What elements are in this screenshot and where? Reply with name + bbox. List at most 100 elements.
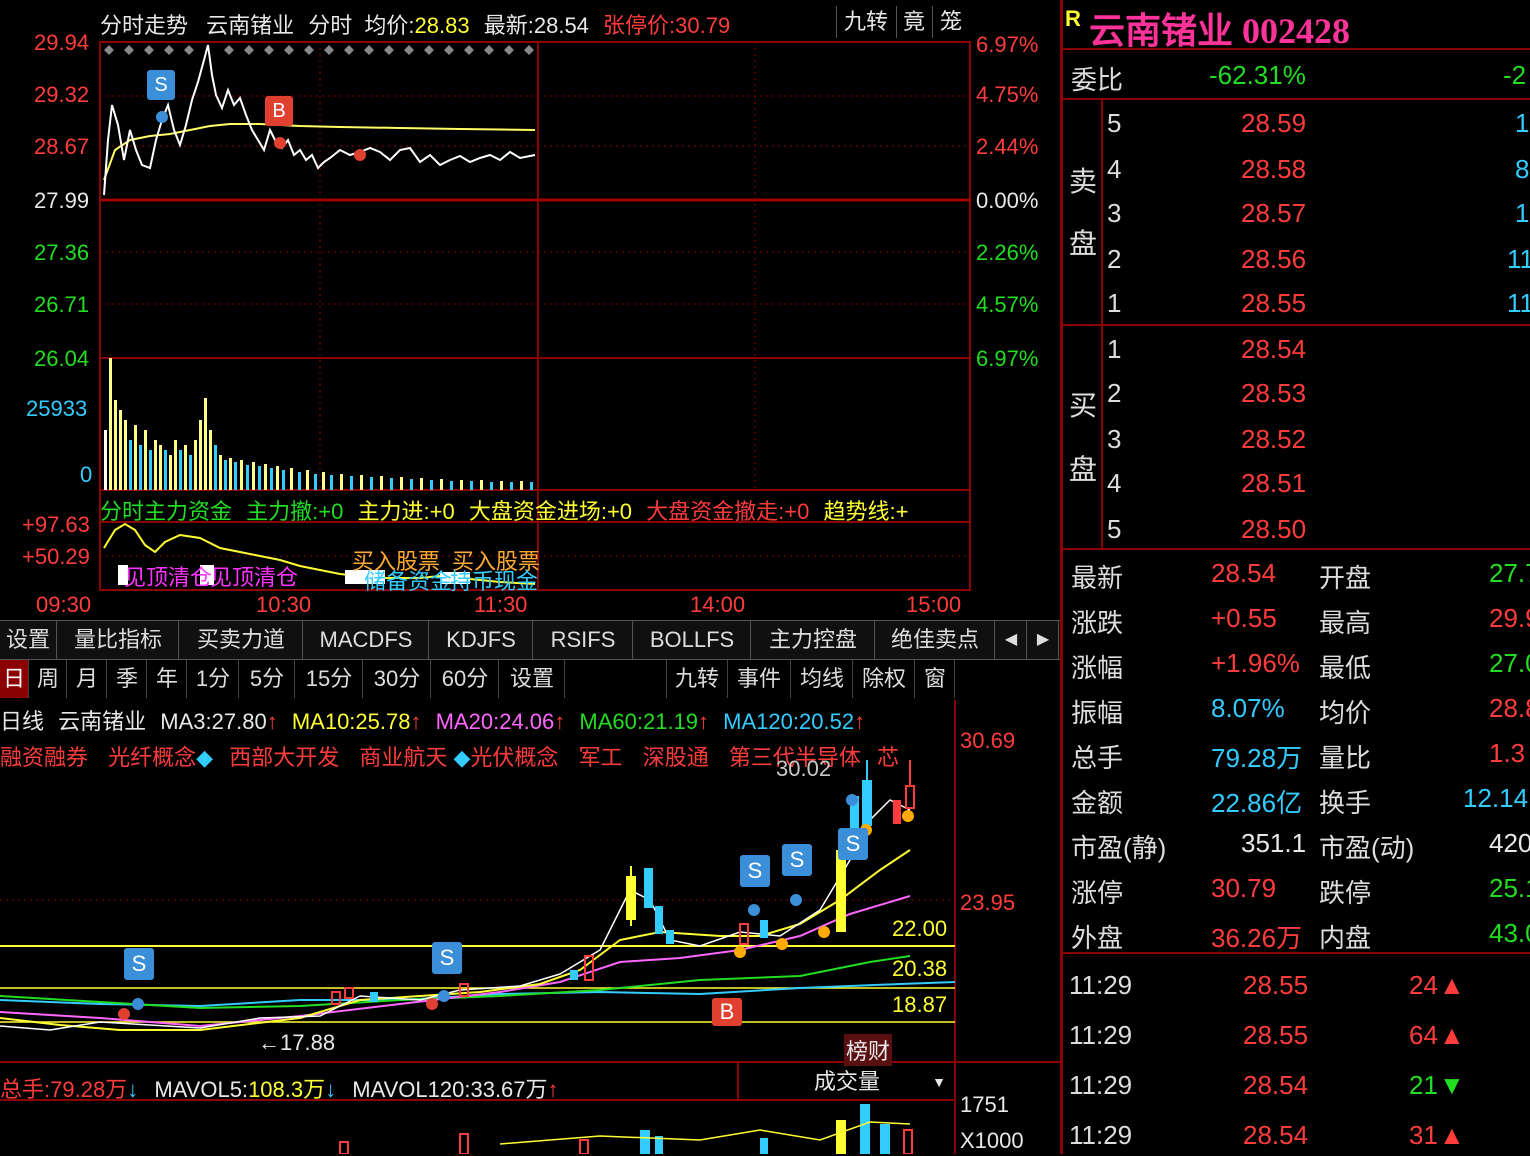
webi-value: -62.31% <box>1209 60 1306 90</box>
kline-price-tick: 23.95 <box>960 890 1016 915</box>
buy-level-row: 4 28.51 <box>1063 460 1530 504</box>
buy-level: 3 <box>1107 424 1122 454</box>
tab-bollfs[interactable]: BOLLFS <box>634 621 751 659</box>
tab-best-sell[interactable]: 绝佳卖点 <box>876 621 995 659</box>
kline-ma-button[interactable]: 均线 <box>792 660 853 698</box>
webi-diff: -2 <box>1503 60 1527 90</box>
buy-signal-badge: B <box>712 998 742 1026</box>
period-30min[interactable]: 30分 <box>364 660 431 698</box>
buy-level-row: 1 28.54 <box>1063 326 1530 370</box>
tab-settings[interactable]: 设置 <box>0 621 57 659</box>
sell-price: 28.56 <box>1241 244 1307 274</box>
stat-label: 外盘 <box>1071 923 1124 953</box>
sell-level: 1 <box>1107 288 1122 318</box>
stat-value-right: 25.1 <box>1489 873 1530 903</box>
period-day[interactable]: 日 <box>0 660 29 698</box>
tick-row: 11:29 28.55 64 ▲ <box>1063 1012 1530 1056</box>
buy-price: 28.50 <box>1241 514 1307 544</box>
kline-event-button[interactable]: 事件 <box>728 660 791 698</box>
period-week[interactable]: 周 <box>30 660 67 698</box>
stat-row: 金额 22.86亿 换手 12.14 <box>1063 775 1530 819</box>
kline-window-button[interactable]: 窗 <box>916 660 955 698</box>
bangcai-tag[interactable]: 榜财 <box>844 1034 893 1066</box>
stat-label-right: 最低 <box>1319 653 1372 683</box>
vol-total-arrow: ↓ <box>127 1077 139 1102</box>
period-bar: 日 周 月 季 年 1分 5分 15分 30分 60分 设置 九转 事件 均线 … <box>0 660 1060 700</box>
sell-price: 28.57 <box>1241 198 1307 228</box>
kline-price-tick: 18.87 <box>892 992 948 1017</box>
stat-row: 振幅 8.07% 均价 28.8 <box>1063 685 1530 729</box>
sell-level: 4 <box>1107 154 1122 184</box>
sell-dot <box>156 111 168 123</box>
period-60min[interactable]: 60分 <box>432 660 499 698</box>
webi-label: 委比 <box>1071 65 1124 95</box>
time-tick: 15:00 <box>906 592 962 617</box>
kline-low-label: ←17.88 <box>258 1030 336 1055</box>
stat-value: 79.28万 <box>1211 743 1303 773</box>
tab-main-control[interactable]: 主力控盘 <box>752 621 875 659</box>
stat-value: +1.96% <box>1211 648 1300 678</box>
fund-tick: +97.63 <box>22 512 90 537</box>
period-1min[interactable]: 1分 <box>188 660 239 698</box>
stat-label-right: 最高 <box>1319 608 1372 638</box>
tab-volume-ratio[interactable]: 量比指标 <box>58 621 179 659</box>
sell-level: 3 <box>1107 198 1122 228</box>
stat-value: 22.86亿 <box>1211 788 1303 818</box>
kline-price-tick: 20.38 <box>892 956 948 981</box>
sell-signal-badge: S <box>147 70 175 100</box>
time-tick: 14:00 <box>690 592 746 617</box>
candles <box>331 760 915 1005</box>
quote-panel: R 云南锗业 002428 委比 -62.31% -2 卖 盘 5 28.59 … <box>1060 0 1530 1154</box>
volume-dropdown[interactable]: 成交量 ▼ <box>740 1064 954 1100</box>
period-15min[interactable]: 15分 <box>296 660 363 698</box>
kline-jiuzhuan-button[interactable]: 九转 <box>666 660 728 698</box>
stat-label-right: 开盘 <box>1319 563 1372 593</box>
tab-buy-sell-force[interactable]: 买卖力道 <box>180 621 303 659</box>
time-tick: 11:30 <box>474 592 528 617</box>
stat-row: 涨停 30.79 跌停 25.1 <box>1063 865 1530 909</box>
stat-label-right: 均价 <box>1319 698 1372 728</box>
mavol120-arrow: ↑ <box>547 1077 559 1102</box>
sell-vol: 11 <box>1507 244 1530 274</box>
stat-value-right: 1.3 <box>1489 738 1526 768</box>
period-year[interactable]: 年 <box>148 660 187 698</box>
stat-label: 最新 <box>1071 563 1124 593</box>
mavol5-arrow: ↓ <box>325 1077 337 1102</box>
stat-label: 总手 <box>1071 743 1124 773</box>
stat-value-right: 28.8 <box>1489 693 1530 723</box>
kline-exright-button[interactable]: 除权 <box>854 660 915 698</box>
stat-value: +0.55 <box>1211 603 1277 633</box>
stat-label: 金额 <box>1071 788 1124 818</box>
intraday-panel: 分时走势 云南锗业 分时 均价:28.83 最新:28.54 张停价:30.79… <box>0 0 1060 620</box>
tick-price: 28.54 <box>1243 1070 1309 1100</box>
buy-signal-badge: B <box>265 96 293 126</box>
stat-label: 振幅 <box>1071 698 1124 728</box>
period-settings[interactable]: 设置 <box>500 660 565 698</box>
kline-vol-tick: X1000 <box>960 1128 1024 1153</box>
tab-macdfs[interactable]: MACDFS <box>304 621 429 659</box>
stat-value: 8.07% <box>1211 693 1285 723</box>
kline-volume-header: 总手:79.28万↓ MAVOL5:108.3万↓ MAVOL120:33.67… <box>0 1072 559 1104</box>
arrow-down-icon: ▼ <box>1439 1070 1465 1100</box>
fund-label: 见顶清仓 <box>210 565 299 590</box>
stat-value-right: 27.0 <box>1489 648 1530 678</box>
stat-row: 涨幅 +1.96% 最低 27.0 <box>1063 640 1530 684</box>
period-month[interactable]: 月 <box>68 660 107 698</box>
stat-value-right: 27.7 <box>1489 558 1530 588</box>
scroll-right-icon[interactable]: ▶ <box>1028 621 1059 659</box>
tab-rsifs[interactable]: RSIFS <box>534 621 633 659</box>
tick-row: 11:29 28.54 31 ▲ <box>1063 1112 1530 1156</box>
buy-level-row: 2 28.53 <box>1063 370 1530 414</box>
tick-price: 28.54 <box>1243 1120 1309 1150</box>
buy-price: 28.52 <box>1241 424 1307 454</box>
sell-signal-badge: S <box>432 942 462 974</box>
buy-price: 28.54 <box>1241 334 1307 364</box>
tick-time: 11:29 <box>1069 970 1133 1000</box>
period-5min[interactable]: 5分 <box>240 660 295 698</box>
chevron-down-icon: ▼ <box>932 1074 946 1090</box>
scroll-left-icon[interactable]: ◀ <box>996 621 1027 659</box>
period-season[interactable]: 季 <box>108 660 147 698</box>
stat-row: 外盘 36.26万内盘 43.02 <box>1063 910 1530 954</box>
intraday-volume-bars <box>104 358 533 490</box>
tab-kdjfs[interactable]: KDJFS <box>430 621 533 659</box>
